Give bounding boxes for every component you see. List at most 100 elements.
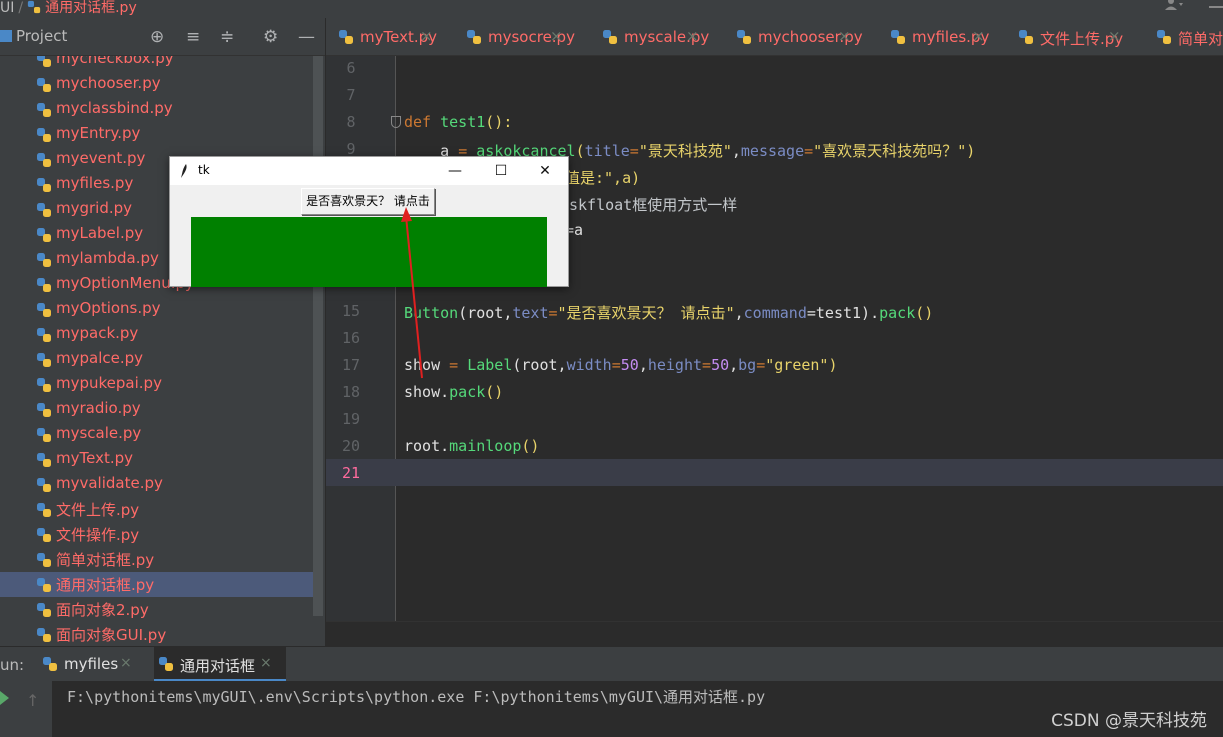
project-file-label: mypalce.py — [56, 349, 144, 367]
editor-tab[interactable]: mysocre.py × — [454, 18, 582, 55]
project-file-label: myfiles.py — [56, 174, 134, 192]
run-tab-active[interactable]: 通用对话框 × — [154, 647, 286, 682]
tk-dialog-window[interactable]: tk — ☐ ✕ 是否喜欢景天？ 请点击 — [169, 156, 569, 287]
gear-icon[interactable]: ⚙ — [263, 27, 278, 47]
minimize-button[interactable]: — — [432, 159, 478, 183]
line-number: 8 — [346, 113, 356, 131]
tk-title-bar[interactable]: tk — ☐ ✕ — [170, 157, 568, 185]
close-icon[interactable]: × — [686, 27, 699, 45]
close-icon[interactable]: × — [972, 27, 985, 45]
code-line-11: skfloat框使用方式一样 — [569, 196, 738, 214]
window-minimize-icon[interactable] — [1209, 6, 1223, 8]
project-file-item[interactable]: mychooser.py — [0, 72, 322, 97]
folder-icon — [0, 30, 12, 42]
project-file-item[interactable]: myEntry.py — [0, 122, 322, 147]
python-file-icon — [891, 30, 905, 44]
green-label — [191, 217, 547, 287]
project-file-item[interactable]: myclassbind.py — [0, 97, 322, 122]
close-icon[interactable]: × — [1108, 27, 1121, 45]
python-file-icon — [37, 503, 51, 517]
project-file-label: mypack.py — [56, 324, 139, 342]
project-file-label: 面向对象GUI.py — [56, 626, 167, 644]
project-file-label: mychooser.py — [56, 74, 161, 92]
current-line-highlight — [326, 459, 1223, 486]
project-file-tree: mycheckbox.py mychooser.py myclassbind.py m… — [0, 56, 325, 646]
run-console[interactable]: F:\pythonitems\myGUI\.env\Scripts\python… — [52, 681, 1223, 737]
line-number-current: 21 — [341, 464, 361, 482]
editor-tab[interactable]: myscale.py × — [590, 18, 718, 55]
run-tab-myfiles[interactable]: myfiles × — [38, 647, 140, 682]
project-scrollbar[interactable] — [313, 56, 323, 616]
project-file-label: 简单对话框.py — [56, 551, 155, 569]
project-file-item[interactable]: 面向对象2.py — [0, 597, 322, 622]
fold-marker-icon[interactable] — [391, 116, 401, 128]
project-file-item[interactable]: mycheckbox.py — [0, 56, 322, 72]
line-number: 20 — [341, 437, 361, 455]
editor-tab[interactable]: myfiles.py × — [878, 18, 1006, 55]
python-file-icon — [37, 478, 51, 492]
close-icon[interactable]: × — [260, 655, 272, 671]
python-file-icon — [1019, 30, 1033, 44]
python-file-icon — [37, 578, 51, 592]
project-file-label: myOptions.py — [56, 299, 161, 317]
python-file-icon — [1157, 30, 1171, 44]
maximize-button[interactable]: ☐ — [478, 159, 524, 183]
hide-panel-icon[interactable]: — — [298, 27, 315, 47]
editor-tab[interactable]: mychooser.py × — [724, 18, 863, 55]
ask-button[interactable]: 是否喜欢景天？ 请点击 — [301, 188, 435, 215]
project-file-item[interactable]: myscale.py — [0, 422, 322, 447]
line-number: 18 — [341, 383, 361, 401]
code-line-8: def test1(): — [404, 113, 513, 131]
project-file-item[interactable]: 通用对话框.py — [0, 572, 322, 597]
close-icon[interactable]: × — [420, 27, 433, 45]
editor-tab[interactable]: myText.py × — [326, 18, 454, 55]
python-file-icon — [37, 428, 51, 442]
close-button[interactable]: ✕ — [522, 159, 568, 183]
project-file-item[interactable]: myOptions.py — [0, 297, 322, 322]
expand-all-icon[interactable]: ≡ — [186, 27, 200, 47]
run-label: un: — [0, 656, 25, 674]
line-number: 17 — [341, 356, 361, 374]
run-toolbar: ↑ — [0, 681, 52, 737]
arrow-up-icon[interactable]: ↑ — [26, 691, 39, 710]
line-number: 16 — [341, 329, 361, 347]
python-file-icon — [37, 178, 51, 192]
editor-tab[interactable]: 文件上传.py × — [1006, 18, 1134, 55]
locate-icon[interactable]: ⊕ — [150, 27, 164, 47]
close-icon[interactable]: × — [550, 27, 563, 45]
project-file-label: myvalidate.py — [56, 474, 163, 492]
project-title-label: Project — [16, 27, 68, 45]
breadcrumb-project[interactable]: UI — [0, 0, 14, 16]
python-file-icon — [37, 153, 51, 167]
breadcrumb-file[interactable]: 通用对话框.py — [45, 0, 137, 16]
project-file-label: myText.py — [56, 449, 133, 467]
line-number: 15 — [341, 302, 361, 320]
project-file-item[interactable]: 简单对话框.py — [0, 547, 322, 572]
python-file-icon — [37, 553, 51, 567]
project-file-item[interactable]: 文件上传.py — [0, 497, 322, 522]
project-file-item[interactable]: myvalidate.py — [0, 472, 322, 497]
project-panel-title[interactable]: Project — [0, 27, 67, 45]
project-file-label: myclassbind.py — [56, 99, 173, 117]
rerun-icon[interactable] — [0, 691, 9, 705]
project-file-item[interactable]: myText.py — [0, 447, 322, 472]
collapse-all-icon[interactable]: ≑ — [220, 27, 234, 47]
editor-tab[interactable]: 简单对话 — [1144, 18, 1223, 55]
python-file-icon — [37, 103, 51, 117]
project-file-item[interactable]: 面向对象GUI.py — [0, 622, 322, 646]
python-file-icon — [37, 253, 51, 267]
project-file-item[interactable]: myradio.py — [0, 397, 322, 422]
project-file-item[interactable]: mypalce.py — [0, 347, 322, 372]
python-file-icon — [339, 30, 353, 44]
close-icon[interactable]: × — [838, 27, 851, 45]
close-icon[interactable]: × — [120, 655, 132, 671]
navigation-bar: UI / 通用对话框.py — [0, 0, 1223, 18]
project-file-item[interactable]: 文件操作.py — [0, 522, 322, 547]
feather-icon — [181, 164, 187, 178]
project-file-item[interactable]: mypukepai.py — [0, 372, 322, 397]
project-file-item[interactable]: mypack.py — [0, 322, 322, 347]
breadcrumb[interactable]: UI / 通用对话框.py — [0, 0, 137, 17]
user-icon[interactable] — [1163, 0, 1183, 10]
line-number: 6 — [346, 59, 356, 77]
project-file-label: myLabel.py — [56, 224, 144, 242]
